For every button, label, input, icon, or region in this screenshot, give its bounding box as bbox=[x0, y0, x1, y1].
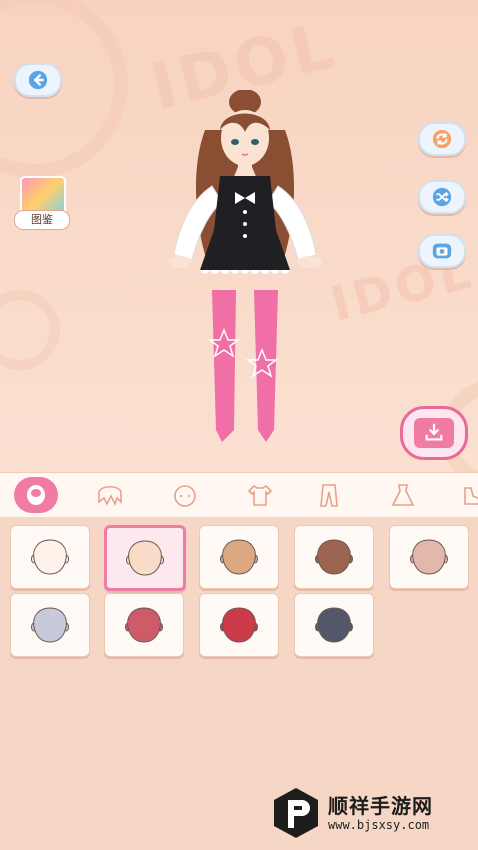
skin-tone-option[interactable] bbox=[199, 525, 279, 589]
skin-tone-option[interactable] bbox=[199, 593, 279, 657]
face-shape-icon bbox=[31, 607, 69, 643]
back-arrow-icon bbox=[28, 70, 48, 90]
site-logo-icon bbox=[274, 788, 318, 838]
skin-tone-option[interactable] bbox=[10, 593, 90, 657]
tab-dress[interactable] bbox=[381, 477, 425, 513]
decorative-circle bbox=[0, 290, 60, 370]
face-shape-icon bbox=[220, 539, 258, 575]
tab-pants[interactable] bbox=[307, 477, 351, 513]
character-avatar bbox=[168, 90, 322, 442]
save-outfit-button[interactable] bbox=[400, 406, 468, 460]
category-tab-bar bbox=[0, 472, 478, 518]
skin-tone-option[interactable] bbox=[389, 525, 469, 589]
skin-tone-option[interactable] bbox=[104, 525, 186, 591]
dress-icon bbox=[391, 484, 415, 506]
head-icon bbox=[174, 485, 196, 507]
gallery-button[interactable]: 图鉴 bbox=[14, 176, 70, 232]
camera-button[interactable] bbox=[418, 234, 466, 268]
gallery-label: 图鉴 bbox=[14, 210, 70, 230]
tab-hair[interactable] bbox=[88, 477, 132, 513]
face-shape-icon bbox=[31, 539, 69, 575]
site-name: 顺祥手游网 bbox=[328, 794, 433, 818]
refresh-icon bbox=[432, 129, 452, 149]
shoe-icon bbox=[464, 487, 478, 505]
face-icon bbox=[27, 485, 45, 505]
tab-head[interactable] bbox=[163, 477, 207, 513]
site-watermark: 顺祥手游网 www.bjsxsy.com bbox=[272, 786, 472, 842]
face-shape-icon bbox=[410, 539, 448, 575]
tab-shoes[interactable] bbox=[452, 477, 478, 513]
site-url: www.bjsxsy.com bbox=[328, 818, 430, 832]
dressup-stage: IDOL IDOL 图鉴 bbox=[0, 0, 478, 472]
face-shape-icon bbox=[125, 607, 163, 643]
pants-icon bbox=[320, 484, 338, 507]
random-button[interactable] bbox=[418, 180, 466, 214]
hair-icon bbox=[98, 485, 122, 507]
skin-tone-option[interactable] bbox=[294, 525, 374, 589]
face-shape-icon bbox=[315, 607, 353, 643]
shuffle-icon bbox=[432, 187, 452, 207]
back-button[interactable] bbox=[14, 63, 62, 97]
tab-face[interactable] bbox=[14, 477, 58, 513]
download-tray-icon bbox=[425, 423, 443, 441]
face-shape-icon bbox=[126, 540, 164, 576]
face-shape-icon bbox=[315, 539, 353, 575]
face-shape-icon bbox=[220, 607, 258, 643]
camera-icon bbox=[432, 243, 452, 259]
shirt-icon bbox=[247, 484, 273, 506]
skin-tone-option[interactable] bbox=[104, 593, 184, 657]
skin-tone-option[interactable] bbox=[10, 525, 90, 589]
skin-tone-option[interactable] bbox=[294, 593, 374, 657]
reset-button[interactable] bbox=[418, 122, 466, 156]
tab-top[interactable] bbox=[238, 477, 282, 513]
